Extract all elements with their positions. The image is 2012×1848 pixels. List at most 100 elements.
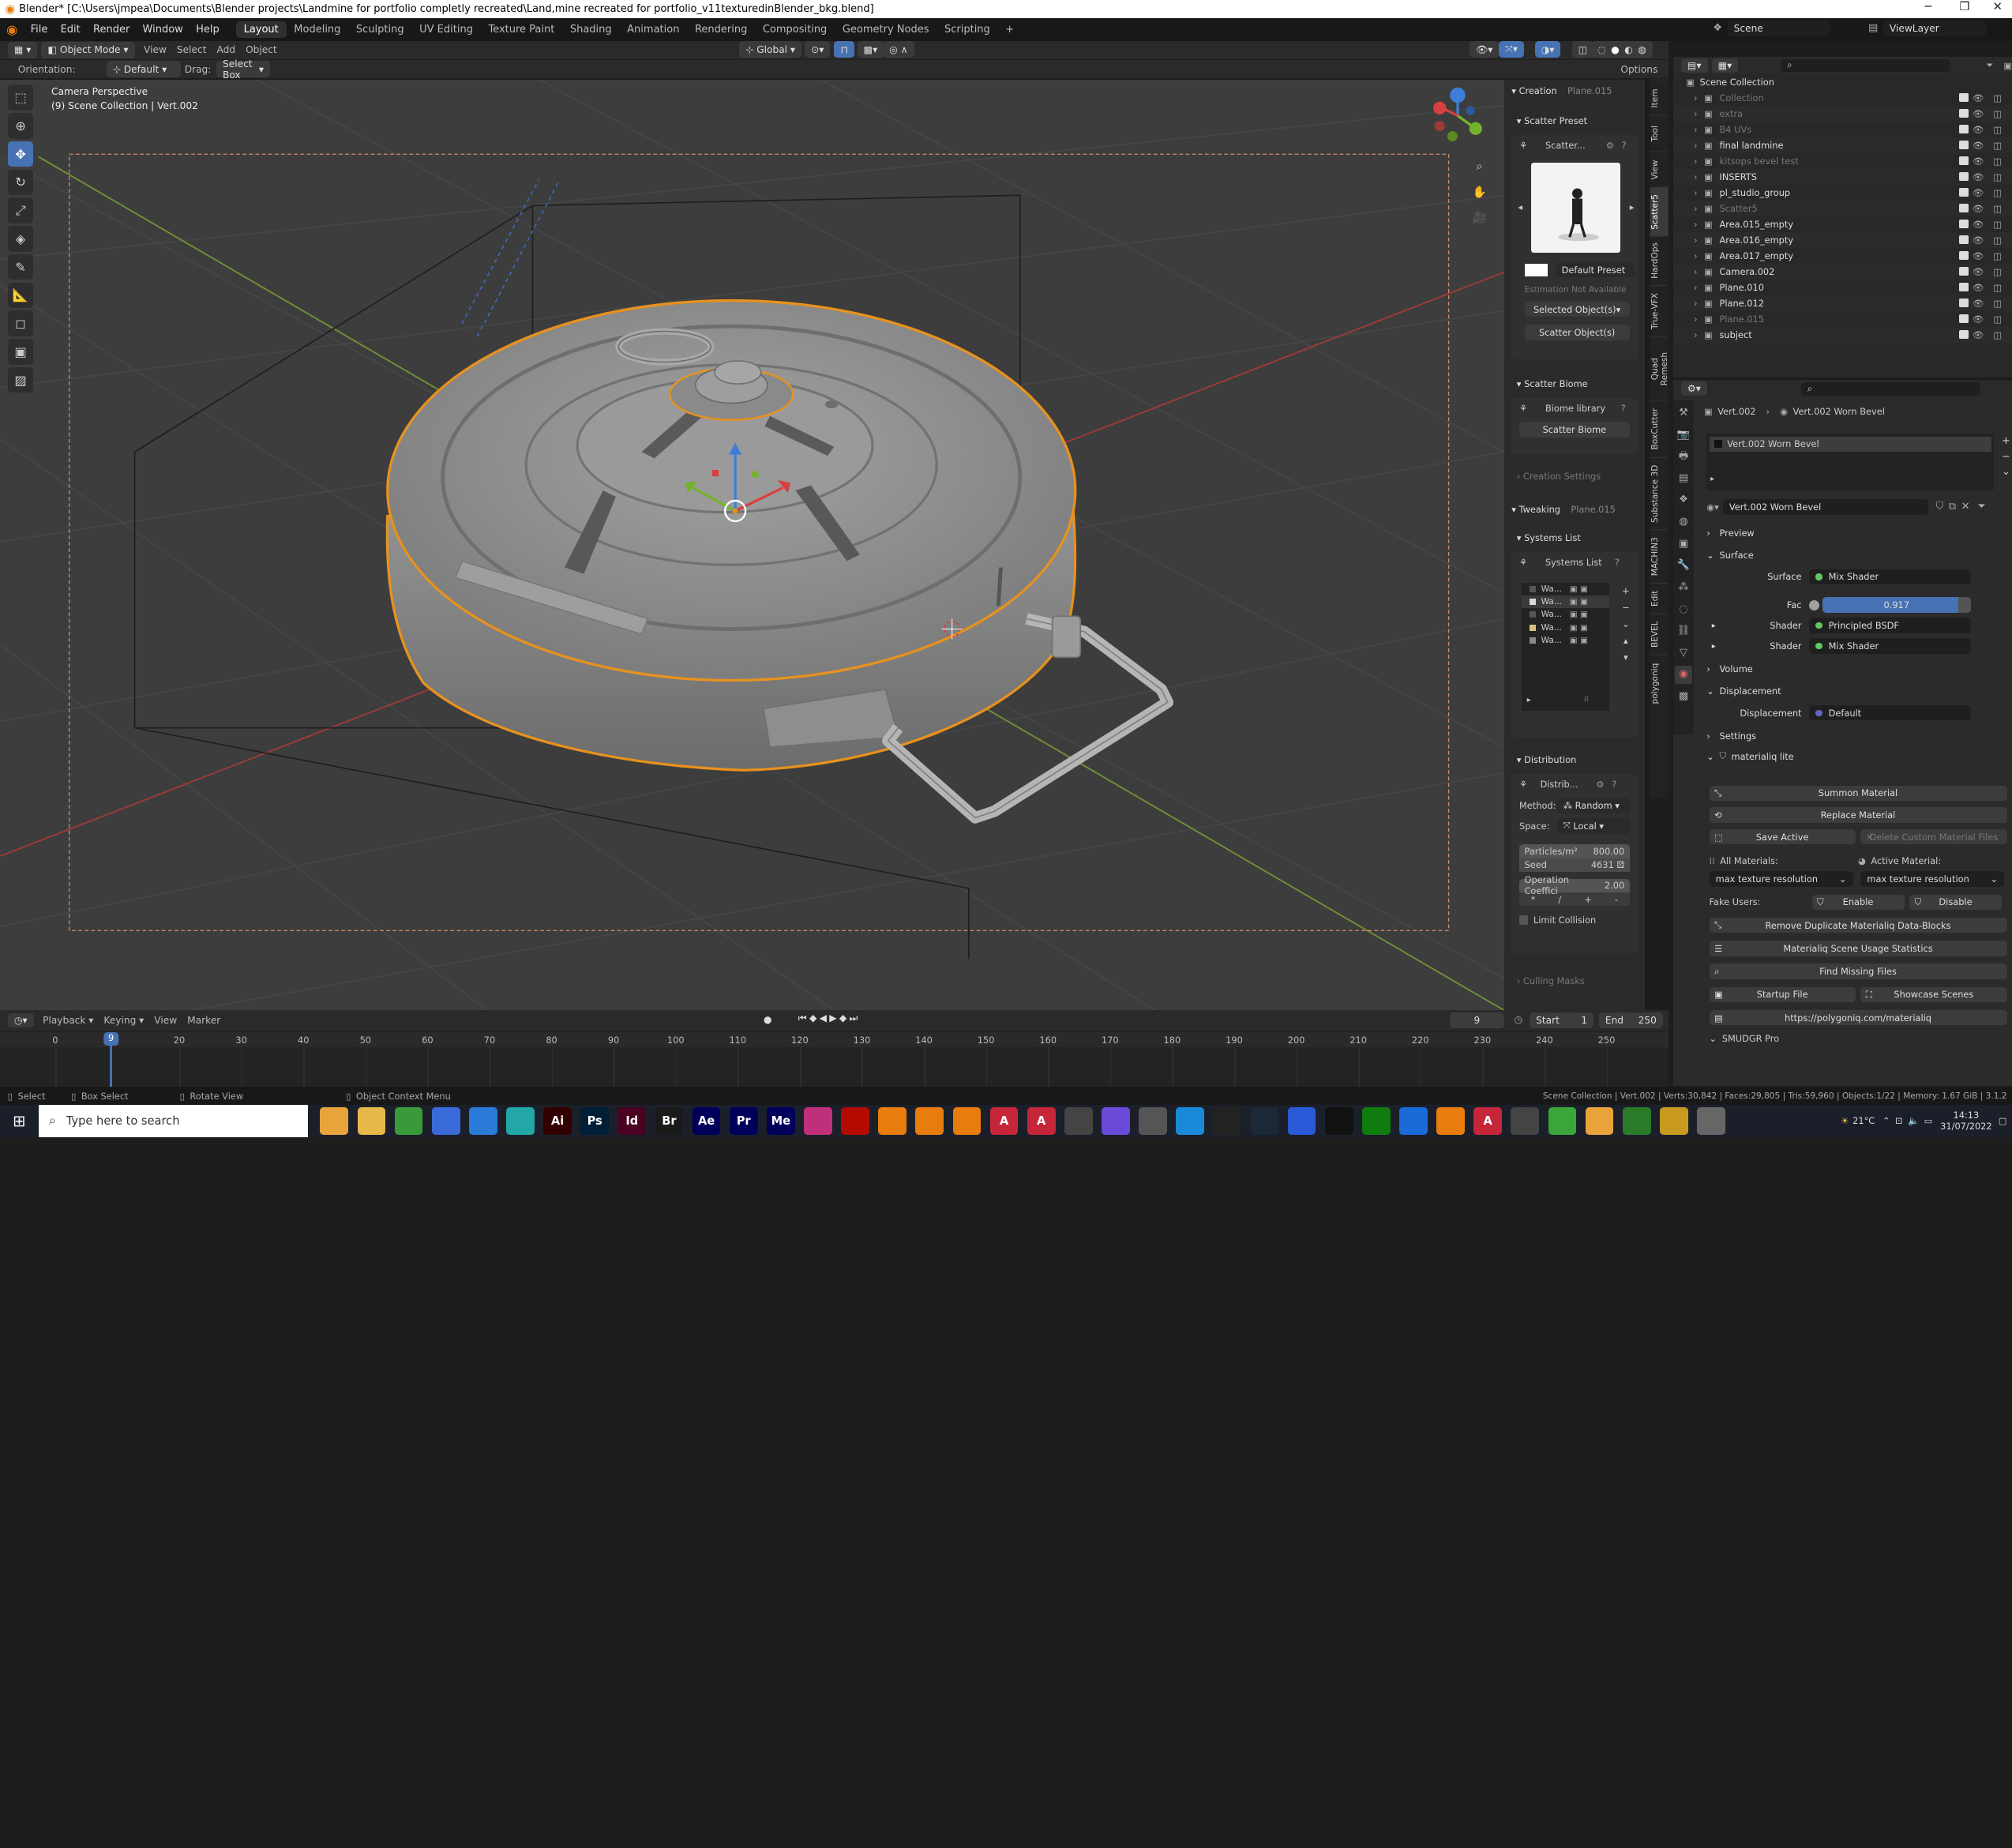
photoshop-icon[interactable]: Ps (580, 1106, 610, 1136)
visibility-eye-icon[interactable]: 👁 (1973, 187, 1984, 198)
overlay-toggle-icon[interactable]: ◑▾ (1534, 41, 1561, 58)
prev-preset-icon[interactable]: ◂ (1518, 201, 1522, 212)
surface-shader-field[interactable]: Mix Shader (1809, 569, 1971, 585)
mail-icon[interactable] (468, 1106, 497, 1136)
measure-tool-icon[interactable]: 📐 (7, 282, 34, 308)
timeline-editor-type-icon[interactable]: ◷▾ (7, 1012, 34, 1027)
outliner-display-mode-icon[interactable]: ▦▾ (1711, 58, 1739, 73)
surface-section-header[interactable]: ⌄ Surface (1706, 546, 2012, 565)
camera-app-icon[interactable] (1064, 1106, 1093, 1136)
render-camera-icon[interactable]: ◫ (1993, 282, 2002, 293)
scatter-name[interactable]: Scatter... (1545, 140, 1586, 151)
view-layer-tab-icon[interactable]: ▤ (1675, 470, 1693, 488)
exclude-checkbox[interactable] (1959, 171, 1969, 182)
particles-field[interactable]: Particles/m² 800.00 (1519, 844, 1630, 858)
affinity-icon[interactable]: A (989, 1106, 1019, 1136)
displacement-field[interactable]: Default (1809, 704, 1971, 721)
tab-machin3[interactable]: MACHIN3 (1650, 528, 1669, 583)
clock[interactable]: 14:13 31/07/2022 (1940, 1110, 1991, 1132)
select-tool-icon[interactable]: ⬚ (7, 85, 34, 111)
zoom-icon[interactable]: ⌕ (1470, 154, 1488, 180)
texture-tab-icon[interactable]: ▩ (1675, 688, 1693, 706)
world-tab-icon[interactable]: ◍ (1675, 513, 1693, 531)
slot-expand-icon[interactable]: ▸ (1710, 475, 1714, 483)
render-camera-icon[interactable]: ◫ (1993, 298, 2002, 309)
app-green-icon[interactable] (394, 1106, 423, 1136)
visibility-eye-icon[interactable]: 👁 (1973, 140, 1984, 151)
find-missing-files-button[interactable]: ⌕ Find Missing Files (1709, 963, 2007, 979)
menu-render[interactable]: Render (87, 24, 137, 36)
expand-chevron-icon[interactable]: › (1694, 187, 1704, 198)
snap-icon[interactable]: ⊓ (834, 41, 854, 58)
tweaking-header[interactable]: ▾ Tweaking Plane.015 (1504, 498, 1646, 521)
store-icon[interactable] (431, 1106, 460, 1136)
exclude-checkbox[interactable] (1959, 156, 1969, 166)
playhead-frame-badge[interactable]: 9 (103, 1031, 119, 1046)
network-icon[interactable]: ⊡ (1895, 1115, 1903, 1126)
seed-field[interactable]: Seed 4631 ⚄ (1519, 858, 1630, 873)
tab-layout[interactable]: Layout (235, 21, 287, 39)
tab-sculpting[interactable]: Sculpting (348, 21, 411, 39)
temperature[interactable]: 21°C (1852, 1115, 1875, 1126)
material-name-field[interactable]: Vert.002 Worn Bevel (1722, 499, 1928, 515)
start-frame-field[interactable]: Start 1 (1530, 1012, 1594, 1028)
shading-mode-buttons[interactable]: ◌ ● ◐ ◍ (1591, 41, 1653, 58)
visibility-eye-icon[interactable]: 👁 (1973, 250, 1984, 261)
list-resize-handle[interactable]: ⠿ (1583, 696, 1589, 704)
tab-modeling[interactable]: Modeling (287, 21, 349, 39)
system-visibility-icons[interactable]: ▣ ▣ (1570, 584, 1588, 594)
expand-chevron-icon[interactable]: › (1694, 124, 1704, 135)
help-icon[interactable]: ? (1622, 140, 1627, 151)
app-blue3-icon[interactable] (1399, 1106, 1428, 1136)
tab-boxcutter[interactable]: BoxCutter (1650, 400, 1669, 457)
material-tab-icon[interactable]: ◉ (1674, 666, 1693, 685)
unreal-icon[interactable] (1324, 1106, 1353, 1136)
replace-material-button[interactable]: ⟲ Replace Material (1709, 807, 2007, 823)
camera-view-icon[interactable]: 🎥 (1470, 205, 1488, 231)
biome-library-label[interactable]: Biome library (1545, 403, 1605, 414)
expand-chevron-icon[interactable]: › (1694, 250, 1704, 261)
tab-item[interactable]: Item (1650, 79, 1669, 116)
expand-chevron-icon[interactable]: › (1694, 92, 1704, 103)
outliner-item[interactable]: › ▣ Area.015_empty 👁 ◫ (1673, 216, 2012, 232)
terminal-icon[interactable] (1213, 1106, 1242, 1136)
expand-chevron-icon[interactable]: › (1694, 140, 1704, 151)
tab-uv-editing[interactable]: UV Editing (411, 21, 480, 39)
biome-help-icon[interactable]: ? (1621, 403, 1626, 414)
tab-hardops[interactable]: HardOps (1650, 236, 1669, 285)
blender-icon[interactable] (915, 1106, 944, 1136)
folder-icon[interactable] (357, 1106, 386, 1136)
scene-selector[interactable]: ❖ Scene (1713, 21, 1830, 36)
slot-menu-icon[interactable]: ⌄ (2002, 464, 2012, 480)
expand-chevron-icon[interactable]: › (1694, 314, 1704, 325)
transform-orientation-dropdown[interactable]: ⊹ Global ▾ (739, 41, 802, 58)
render-camera-icon[interactable]: ◫ (1993, 203, 2002, 214)
op-add-button[interactable]: + (1584, 894, 1592, 905)
creation-header[interactable]: ▾ Creation Plane.015 (1504, 80, 1646, 103)
tab-bevel[interactable]: BEVEL (1650, 613, 1669, 655)
tab-texture-paint[interactable]: Texture Paint (481, 21, 562, 39)
render-camera-icon[interactable]: ◫ (1993, 108, 2002, 119)
settings-section-header[interactable]: › Settings (1706, 727, 2012, 746)
play-reverse-icon[interactable]: ◀ (820, 1012, 830, 1024)
outliner-search-input[interactable]: ⌕ (1781, 58, 1950, 72)
particles-tab-icon[interactable]: ⁂ (1675, 579, 1693, 597)
exclude-checkbox[interactable] (1959, 203, 1969, 213)
new-collection-icon[interactable]: ▣ (2003, 60, 2012, 71)
cursor-tool-icon[interactable]: ⊕ (7, 113, 34, 139)
render-camera-icon[interactable]: ◫ (1993, 187, 2002, 198)
system-menu-icon[interactable]: ⌄ (1620, 616, 1632, 633)
menu-help[interactable]: Help (190, 24, 226, 36)
outliner-item[interactable]: › ▣ Camera.002 👁 ◫ (1673, 263, 2012, 280)
showcase-scenes-button[interactable]: ⛶ Showcase Scenes (1860, 986, 2007, 1003)
outliner-item[interactable]: › ▣ Area.017_empty 👁 ◫ (1673, 248, 2012, 264)
menu-window[interactable]: Window (136, 24, 190, 36)
aftereffects-icon[interactable]: Ae (692, 1106, 721, 1136)
exclude-checkbox[interactable] (1959, 219, 1969, 229)
mediaencoder-icon[interactable]: Me (766, 1106, 795, 1136)
system-item[interactable]: Wa... ▣ ▣ (1522, 595, 1609, 609)
expand-chevron-icon[interactable]: › (1694, 108, 1704, 119)
editor-type-button[interactable]: ▦ ▾ (7, 41, 38, 58)
menu-playback[interactable]: Playback ▾ (43, 1015, 93, 1026)
acrobat-icon[interactable] (841, 1106, 869, 1136)
